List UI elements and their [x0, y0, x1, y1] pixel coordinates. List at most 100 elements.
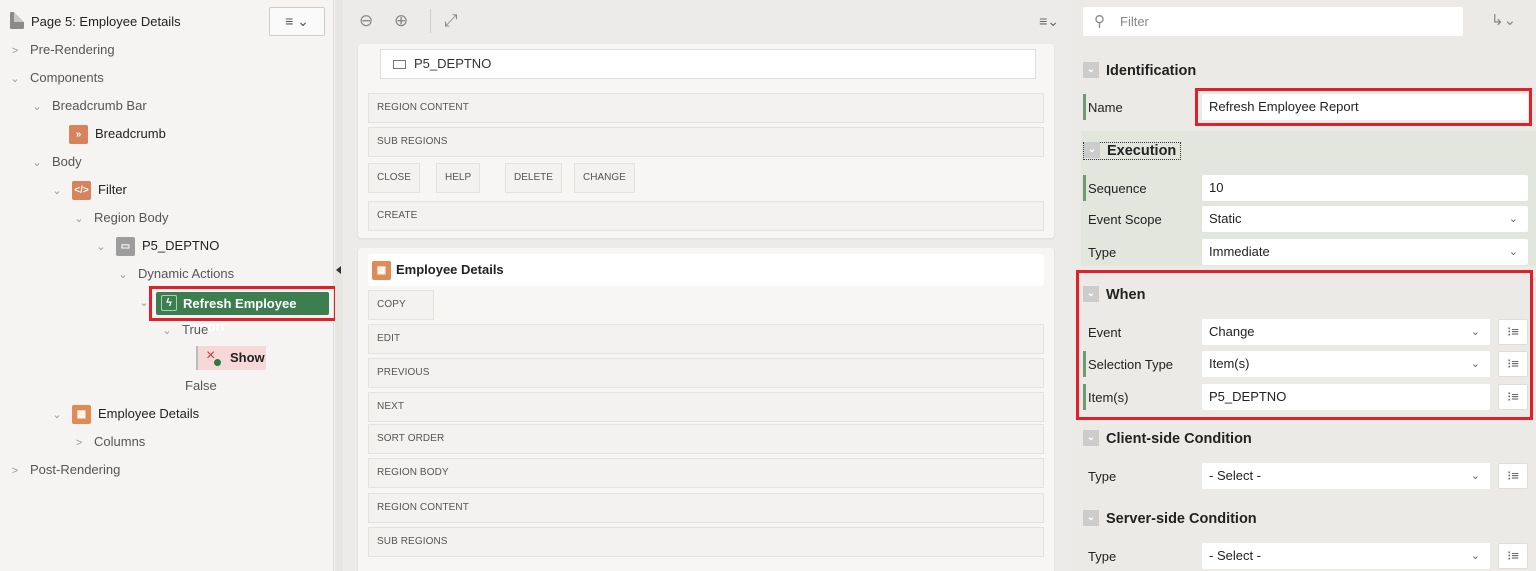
chevron-down-icon: ⌄ — [1083, 62, 1099, 79]
layout-toolbar: ⊖ ⊕ ⤢ ≡⌄ — [343, 0, 1071, 44]
client-condition-type-property: Type - Select - ⌄ ⁝≡ — [1083, 461, 1528, 491]
chevron-down-icon: ⌄ — [1508, 213, 1518, 225]
slot-close[interactable]: CLOSE — [368, 163, 420, 193]
chevron-down-icon[interactable]: ⌄ — [30, 94, 44, 120]
zoom-out-icon[interactable]: ⊖ — [359, 11, 373, 31]
rendering-tree-panel: Page 5: Employee Details ≡ ⌄ > Pre-Render… — [0, 0, 337, 571]
tree-node-body[interactable]: ⌄ Body — [30, 149, 81, 176]
chevron-down-icon[interactable]: ⌄ — [160, 318, 174, 344]
tree-node-p5-deptno[interactable]: ⌄ ▭ P5_DEPTNO — [94, 233, 219, 259]
panel-splitter[interactable] — [335, 0, 343, 571]
zoom-in-icon[interactable]: ⊕ — [394, 11, 408, 31]
slot-next[interactable]: NEXT — [368, 392, 1044, 422]
tree-node-region-body[interactable]: ⌄ Region Body — [72, 205, 168, 231]
tree-node-breadcrumb-bar[interactable]: ⌄ Breadcrumb Bar — [30, 93, 146, 120]
tree-node-true[interactable]: ⌄ True — [160, 317, 208, 343]
page-icon — [10, 12, 24, 29]
toolbar-divider — [430, 9, 431, 33]
slot-previous[interactable]: PREVIOUS — [368, 358, 1044, 388]
slot-region-body[interactable]: REGION BODY — [368, 458, 1044, 488]
chevron-right-icon[interactable]: > — [8, 38, 22, 64]
select-list-icon — [393, 60, 406, 69]
chevron-down-icon[interactable]: ⌄ — [50, 178, 64, 204]
slot-help[interactable]: HELP — [436, 163, 481, 193]
chevron-down-icon[interactable]: ⌄ — [50, 402, 64, 428]
expand-icon[interactable]: ⤢ — [444, 11, 458, 31]
modified-indicator — [1083, 175, 1086, 201]
page-title: Page 5: Employee Details — [31, 14, 181, 29]
go-to-group-icon[interactable]: ↳⌄ — [1491, 11, 1516, 29]
tree-menu-button[interactable]: ≡ ⌄ — [269, 7, 325, 36]
static-content-region-icon: </> — [72, 181, 91, 201]
tree-header: Page 5: Employee Details ≡ ⌄ — [0, 0, 333, 40]
modified-indicator — [1083, 94, 1086, 120]
slot-region-content[interactable]: REGION CONTENT — [368, 493, 1044, 523]
event-scope-select[interactable]: Static ⌄ — [1202, 206, 1528, 232]
tree-node-columns[interactable]: > Columns — [72, 429, 146, 456]
chevron-down-icon: ⌄ — [1470, 550, 1480, 562]
client-condition-type-select[interactable]: - Select - ⌄ — [1202, 463, 1490, 489]
report-table-icon: ▦ — [72, 405, 91, 425]
list-of-values-icon[interactable]: ⁝≡ — [1498, 463, 1528, 489]
chevron-down-icon: ⌄ — [1084, 142, 1100, 159]
lightning-bolt-icon: ϟ — [161, 295, 177, 311]
tree-node-post-rendering[interactable]: > Post-Rendering — [8, 457, 121, 484]
when-highlight-box — [1076, 270, 1533, 420]
slot-region-content[interactable]: REGION CONTENT — [368, 93, 1044, 123]
breadcrumb-region-icon: » — [69, 125, 88, 145]
property-filter-input[interactable]: ⚲ Filter — [1083, 7, 1463, 36]
tree-node-false[interactable]: False — [185, 373, 217, 399]
server-condition-type-property: Type - Select - ⌄ ⁝≡ — [1083, 541, 1528, 571]
slot-sub-regions[interactable]: SUB REGIONS — [368, 527, 1044, 557]
tree-node-filter[interactable]: ⌄ </> Filter — [50, 177, 127, 203]
chevron-down-icon: ⌄ — [1083, 430, 1099, 447]
chevron-down-icon[interactable]: ⌄ — [94, 234, 108, 260]
server-side-condition-group-header[interactable]: ⌄ Server-side Condition — [1083, 503, 1257, 535]
server-condition-type-select[interactable]: - Select - ⌄ — [1202, 543, 1490, 569]
list-of-values-icon[interactable]: ⁝≡ — [1498, 543, 1528, 569]
chevron-down-icon: ⌄ — [1508, 246, 1518, 258]
client-side-condition-group-header[interactable]: ⌄ Client-side Condition — [1083, 423, 1252, 455]
sequence-input[interactable]: 10 — [1202, 175, 1528, 201]
chevron-down-icon[interactable]: ⌄ — [8, 66, 22, 92]
slot-create[interactable]: CREATE — [368, 201, 1044, 231]
execution-group-header[interactable]: ⌄ Execution — [1083, 135, 1182, 167]
filter-region-layout[interactable]: P5_DEPTNO REGION CONTENT SUB REGIONS CLO… — [358, 44, 1054, 238]
slot-sub-regions[interactable]: SUB REGIONS — [368, 127, 1044, 157]
collapse-arrow-icon[interactable] — [336, 266, 341, 274]
sequence-property: Sequence 10 — [1083, 173, 1528, 203]
layout-panel: ⊖ ⊕ ⤢ ≡⌄ P5_DEPTNO REGION CONTENT SUB RE… — [343, 0, 1071, 571]
slot-delete[interactable]: DELETE — [505, 163, 562, 193]
chevron-down-icon[interactable]: ⌄ — [116, 262, 130, 288]
event-scope-property: Event Scope Static ⌄ — [1083, 204, 1528, 234]
search-icon: ⚲ — [1094, 13, 1105, 30]
layout-menu-icon[interactable]: ≡⌄ — [1039, 13, 1059, 30]
slot-sort-order[interactable]: SORT ORDER — [368, 424, 1044, 454]
report-table-icon: ▦ — [372, 261, 391, 280]
select-list-item-icon: ▭ — [116, 237, 135, 257]
chevron-right-icon[interactable]: > — [72, 430, 86, 456]
type-select[interactable]: Immediate ⌄ — [1202, 239, 1528, 265]
tree-node-breadcrumb[interactable]: » Breadcrumb — [69, 121, 166, 147]
tree-node-employee-details[interactable]: ⌄ ▦ Employee Details — [50, 401, 199, 427]
chevron-down-icon: ⌄ — [1083, 510, 1099, 527]
employee-details-region-header[interactable]: ▦ Employee Details — [368, 254, 1044, 286]
chevron-down-icon: ⌄ — [1470, 470, 1480, 482]
status-dot-icon — [214, 359, 221, 366]
p5-deptno-item[interactable]: P5_DEPTNO — [380, 49, 1036, 79]
chevron-down-icon[interactable]: ⌄ — [30, 150, 44, 176]
identification-group-header[interactable]: ⌄ Identification — [1083, 55, 1196, 87]
type-property: Type Immediate ⌄ — [1083, 237, 1528, 267]
tree-node-pre-rendering[interactable]: > Pre-Rendering — [8, 37, 115, 63]
slot-edit[interactable]: EDIT — [368, 324, 1044, 354]
chevron-right-icon[interactable]: > — [8, 458, 22, 484]
slot-copy[interactable]: COPY — [368, 290, 434, 320]
chevron-down-icon[interactable]: ⌄ — [72, 206, 86, 232]
tree-node-show-action[interactable]: × Show — [196, 346, 266, 370]
tree-node-dynamic-actions[interactable]: ⌄ Dynamic Actions — [116, 261, 234, 287]
tree-node-components[interactable]: ⌄ Components — [8, 65, 103, 92]
slot-change[interactable]: CHANGE — [574, 163, 635, 193]
tree-node-refresh-employee-report-highlight[interactable]: ϟ Refresh Employee Report — [149, 286, 337, 334]
employee-details-region-layout[interactable]: ▦ Employee Details COPY EDIT PREVIOUS NE… — [358, 248, 1054, 571]
tree-node-refresh-employee-report[interactable]: ϟ Refresh Employee Report — [156, 292, 329, 334]
